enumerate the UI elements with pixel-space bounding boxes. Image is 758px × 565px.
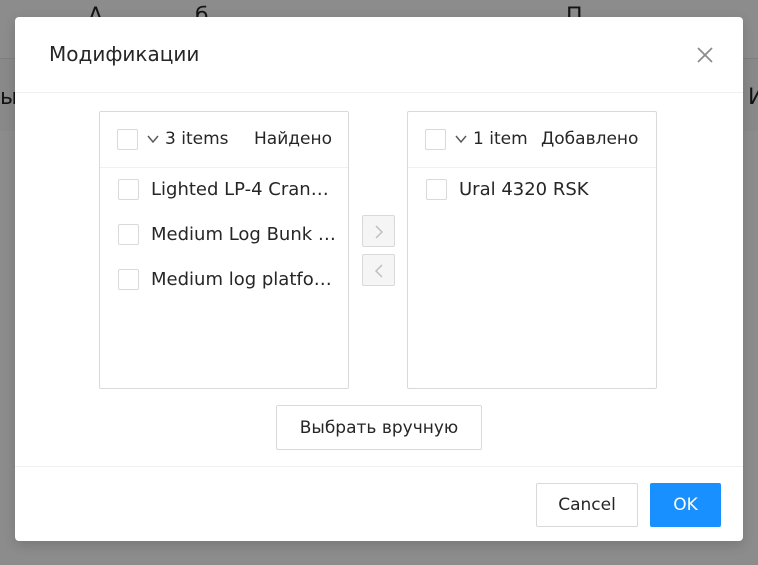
list-item[interactable]: Medium Log Bunk Kit xyxy=(100,215,348,255)
target-panel-header: 1 item Добавлено xyxy=(408,112,656,168)
ok-button[interactable]: OK xyxy=(650,483,721,527)
transfer-target-panel: 1 item Добавлено Ural 4320 RSK xyxy=(407,111,657,389)
close-button[interactable] xyxy=(692,42,718,68)
modal-footer: Cancel OK xyxy=(15,466,743,541)
item-label: Medium Log Bunk Kit xyxy=(151,224,337,245)
source-item-count: 3 items xyxy=(165,129,229,149)
source-panel-title: Найдено xyxy=(254,129,332,149)
cancel-button[interactable]: Cancel xyxy=(536,483,638,527)
modal-header: Модификации xyxy=(15,17,743,93)
chevron-down-icon[interactable] xyxy=(455,134,467,144)
modal-title: Модификации xyxy=(49,42,200,66)
chevron-right-icon xyxy=(375,225,384,239)
move-right-button[interactable] xyxy=(362,215,395,247)
item-checkbox[interactable] xyxy=(118,179,139,200)
target-panel-title: Добавлено xyxy=(541,129,639,149)
target-select-all-checkbox[interactable] xyxy=(425,129,446,150)
chevron-left-icon xyxy=(374,264,383,278)
list-item[interactable]: Medium log platform xyxy=(100,260,348,300)
list-item[interactable]: Ural 4320 RSK xyxy=(408,170,656,210)
chevron-down-icon[interactable] xyxy=(147,134,159,144)
target-item-count: 1 item xyxy=(473,129,528,149)
item-checkbox[interactable] xyxy=(118,224,139,245)
item-checkbox[interactable] xyxy=(426,179,447,200)
source-select-all-checkbox[interactable] xyxy=(117,129,138,150)
item-label: Lighted LP-4 Crane Kit xyxy=(151,179,337,200)
close-icon xyxy=(697,47,713,63)
move-left-button[interactable] xyxy=(362,254,395,286)
item-label: Ural 4320 RSK xyxy=(459,179,589,200)
transfer-source-panel: 3 items Найдено Lighted LP-4 Crane Kit M… xyxy=(99,111,349,389)
item-checkbox[interactable] xyxy=(118,269,139,290)
select-manually-button[interactable]: Выбрать вручную xyxy=(276,405,482,450)
source-panel-header: 3 items Найдено xyxy=(100,112,348,168)
modifications-modal: Модификации 3 items Найдено Lighted LP-4… xyxy=(15,17,743,541)
list-item[interactable]: Lighted LP-4 Crane Kit xyxy=(100,170,348,210)
item-label: Medium log platform xyxy=(151,269,337,290)
